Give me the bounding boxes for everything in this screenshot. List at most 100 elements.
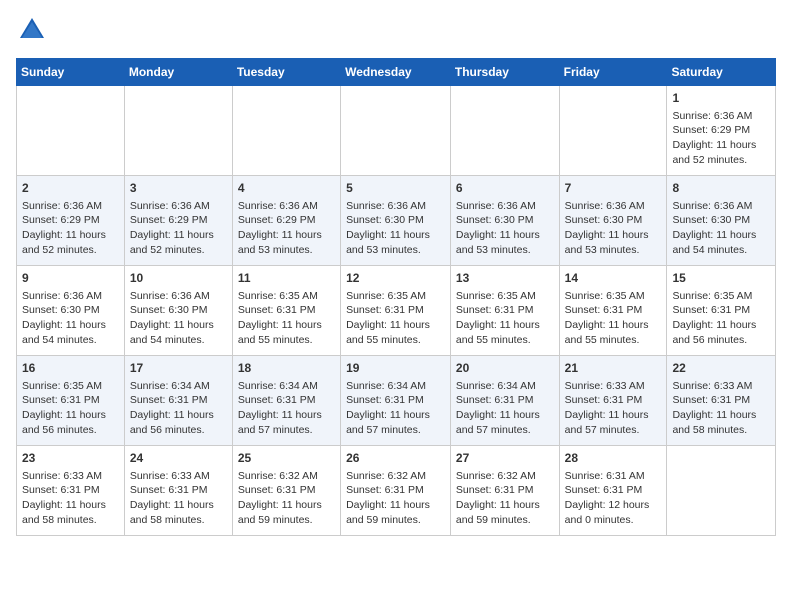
header-day: Saturday bbox=[667, 59, 776, 86]
day-info: Daylight: 11 hours and 56 minutes. bbox=[672, 318, 770, 347]
day-info: Sunset: 6:31 PM bbox=[346, 303, 445, 318]
day-info: Sunset: 6:31 PM bbox=[130, 393, 227, 408]
day-number: 23 bbox=[22, 450, 119, 467]
day-info: Sunrise: 6:36 AM bbox=[22, 199, 119, 214]
header-day: Friday bbox=[559, 59, 667, 86]
day-info: Daylight: 11 hours and 59 minutes. bbox=[346, 498, 445, 527]
day-info: Sunrise: 6:35 AM bbox=[565, 289, 662, 304]
calendar-cell bbox=[124, 86, 232, 176]
calendar-cell: 10Sunrise: 6:36 AMSunset: 6:30 PMDayligh… bbox=[124, 266, 232, 356]
day-number: 6 bbox=[456, 180, 554, 197]
calendar-cell bbox=[450, 86, 559, 176]
day-info: Sunset: 6:31 PM bbox=[22, 483, 119, 498]
day-info: Daylight: 11 hours and 57 minutes. bbox=[565, 408, 662, 437]
day-info: Sunrise: 6:34 AM bbox=[130, 379, 227, 394]
day-info: Sunrise: 6:36 AM bbox=[346, 199, 445, 214]
day-info: Sunrise: 6:36 AM bbox=[238, 199, 335, 214]
day-info: Sunset: 6:31 PM bbox=[565, 483, 662, 498]
day-info: Daylight: 11 hours and 57 minutes. bbox=[456, 408, 554, 437]
calendar-cell: 6Sunrise: 6:36 AMSunset: 6:30 PMDaylight… bbox=[450, 176, 559, 266]
day-info: Sunset: 6:31 PM bbox=[238, 393, 335, 408]
day-number: 5 bbox=[346, 180, 445, 197]
calendar-row: 23Sunrise: 6:33 AMSunset: 6:31 PMDayligh… bbox=[17, 446, 776, 536]
calendar-body: 1Sunrise: 6:36 AMSunset: 6:29 PMDaylight… bbox=[17, 86, 776, 536]
logo-icon bbox=[18, 16, 46, 44]
day-info: Sunset: 6:30 PM bbox=[130, 303, 227, 318]
calendar-cell: 14Sunrise: 6:35 AMSunset: 6:31 PMDayligh… bbox=[559, 266, 667, 356]
day-info: Daylight: 11 hours and 53 minutes. bbox=[565, 228, 662, 257]
day-info: Daylight: 11 hours and 58 minutes. bbox=[130, 498, 227, 527]
day-number: 21 bbox=[565, 360, 662, 377]
day-info: Sunrise: 6:33 AM bbox=[22, 469, 119, 484]
day-number: 20 bbox=[456, 360, 554, 377]
day-info: Daylight: 11 hours and 57 minutes. bbox=[238, 408, 335, 437]
day-number: 22 bbox=[672, 360, 770, 377]
day-info: Sunrise: 6:36 AM bbox=[672, 199, 770, 214]
day-number: 9 bbox=[22, 270, 119, 287]
day-info: Daylight: 11 hours and 54 minutes. bbox=[22, 318, 119, 347]
calendar-cell bbox=[17, 86, 125, 176]
day-info: Daylight: 11 hours and 52 minutes. bbox=[672, 138, 770, 167]
day-info: Daylight: 11 hours and 56 minutes. bbox=[130, 408, 227, 437]
calendar-cell: 7Sunrise: 6:36 AMSunset: 6:30 PMDaylight… bbox=[559, 176, 667, 266]
day-info: Sunset: 6:30 PM bbox=[22, 303, 119, 318]
day-info: Sunrise: 6:35 AM bbox=[346, 289, 445, 304]
day-number: 19 bbox=[346, 360, 445, 377]
day-info: Sunrise: 6:33 AM bbox=[130, 469, 227, 484]
day-info: Sunrise: 6:32 AM bbox=[346, 469, 445, 484]
header-row: SundayMondayTuesdayWednesdayThursdayFrid… bbox=[17, 59, 776, 86]
header-day: Monday bbox=[124, 59, 232, 86]
day-info: Sunset: 6:31 PM bbox=[672, 393, 770, 408]
header-day: Sunday bbox=[17, 59, 125, 86]
day-info: Sunrise: 6:36 AM bbox=[672, 109, 770, 124]
day-number: 25 bbox=[238, 450, 335, 467]
day-info: Sunrise: 6:34 AM bbox=[346, 379, 445, 394]
calendar-cell bbox=[232, 86, 340, 176]
day-number: 8 bbox=[672, 180, 770, 197]
day-info: Sunset: 6:29 PM bbox=[672, 123, 770, 138]
day-info: Daylight: 11 hours and 57 minutes. bbox=[346, 408, 445, 437]
calendar-row: 16Sunrise: 6:35 AMSunset: 6:31 PMDayligh… bbox=[17, 356, 776, 446]
day-info: Sunrise: 6:35 AM bbox=[22, 379, 119, 394]
day-number: 17 bbox=[130, 360, 227, 377]
calendar-cell: 11Sunrise: 6:35 AMSunset: 6:31 PMDayligh… bbox=[232, 266, 340, 356]
day-number: 28 bbox=[565, 450, 662, 467]
day-info: Daylight: 11 hours and 52 minutes. bbox=[22, 228, 119, 257]
day-info: Daylight: 11 hours and 55 minutes. bbox=[238, 318, 335, 347]
day-info: Daylight: 11 hours and 55 minutes. bbox=[565, 318, 662, 347]
day-info: Sunrise: 6:32 AM bbox=[456, 469, 554, 484]
day-number: 16 bbox=[22, 360, 119, 377]
calendar-cell: 4Sunrise: 6:36 AMSunset: 6:29 PMDaylight… bbox=[232, 176, 340, 266]
day-info: Daylight: 11 hours and 59 minutes. bbox=[456, 498, 554, 527]
day-info: Daylight: 11 hours and 52 minutes. bbox=[130, 228, 227, 257]
day-info: Daylight: 11 hours and 53 minutes. bbox=[456, 228, 554, 257]
day-info: Sunset: 6:29 PM bbox=[130, 213, 227, 228]
calendar-cell: 23 Sunrise: 6:33 AMSunset: 6:31 PMDayligh… bbox=[17, 446, 125, 536]
day-info: Daylight: 11 hours and 53 minutes. bbox=[346, 228, 445, 257]
calendar-cell: 19Sunrise: 6:34 AMSunset: 6:31 PMDayligh… bbox=[341, 356, 451, 446]
calendar-row: 1Sunrise: 6:36 AMSunset: 6:29 PMDaylight… bbox=[17, 86, 776, 176]
day-info: Sunrise: 6:34 AM bbox=[238, 379, 335, 394]
calendar-cell: 1Sunrise: 6:36 AMSunset: 6:29 PMDaylight… bbox=[667, 86, 776, 176]
day-info: Sunrise: 6:35 AM bbox=[672, 289, 770, 304]
day-number: 3 bbox=[130, 180, 227, 197]
day-info: Sunset: 6:31 PM bbox=[565, 393, 662, 408]
day-info: Sunset: 6:30 PM bbox=[565, 213, 662, 228]
day-info: Sunrise: 6:35 AM bbox=[238, 289, 335, 304]
day-info: Sunrise: 6:32 AM bbox=[238, 469, 335, 484]
calendar-row: 9Sunrise: 6:36 AMSunset: 6:30 PMDaylight… bbox=[17, 266, 776, 356]
calendar-cell: 25Sunrise: 6:32 AMSunset: 6:31 PMDayligh… bbox=[232, 446, 340, 536]
calendar-cell: 24Sunrise: 6:33 AMSunset: 6:31 PMDayligh… bbox=[124, 446, 232, 536]
day-info: Daylight: 11 hours and 58 minutes. bbox=[22, 498, 119, 527]
calendar-cell: 28Sunrise: 6:31 AMSunset: 6:31 PMDayligh… bbox=[559, 446, 667, 536]
day-info: Sunset: 6:30 PM bbox=[456, 213, 554, 228]
day-info: Sunset: 6:29 PM bbox=[238, 213, 335, 228]
calendar-table: SundayMondayTuesdayWednesdayThursdayFrid… bbox=[16, 58, 776, 536]
calendar-cell: 16Sunrise: 6:35 AMSunset: 6:31 PMDayligh… bbox=[17, 356, 125, 446]
calendar-cell: 9Sunrise: 6:36 AMSunset: 6:30 PMDaylight… bbox=[17, 266, 125, 356]
day-info: Daylight: 11 hours and 58 minutes. bbox=[672, 408, 770, 437]
header-day: Thursday bbox=[450, 59, 559, 86]
day-info: Sunrise: 6:35 AM bbox=[456, 289, 554, 304]
day-info: Daylight: 11 hours and 54 minutes. bbox=[672, 228, 770, 257]
header-day: Tuesday bbox=[232, 59, 340, 86]
